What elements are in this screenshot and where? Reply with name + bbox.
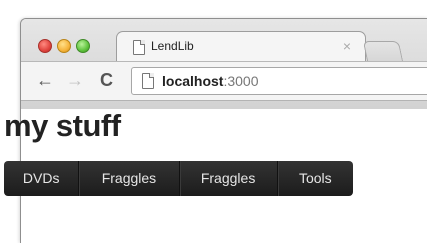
reload-icon[interactable]: C — [100, 70, 113, 90]
browser-chrome: LendLib × ← → C localhost:3000 — [21, 19, 427, 109]
close-window-button[interactable] — [38, 39, 52, 53]
zoom-window-button[interactable] — [76, 39, 90, 53]
nav-item-fraggles-2[interactable]: Fraggles — [180, 161, 278, 196]
address-host: localhost — [162, 73, 224, 89]
address-port: :3000 — [223, 73, 259, 89]
address-url: localhost:3000 — [162, 73, 259, 89]
browser-tab[interactable]: LendLib × — [116, 31, 366, 62]
nav-item-dvds[interactable]: DVDs — [4, 161, 80, 196]
new-tab-button[interactable] — [362, 41, 404, 62]
page-title: my stuff — [4, 108, 121, 143]
page-icon — [133, 40, 145, 55]
nav-item-fraggles[interactable]: Fraggles — [79, 161, 180, 196]
forward-arrow-icon[interactable]: → — [66, 70, 84, 90]
minimize-window-button[interactable] — [57, 39, 71, 53]
nav-item-tools[interactable]: Tools — [278, 161, 353, 196]
page-icon — [142, 73, 154, 89]
back-arrow-icon[interactable]: ← — [36, 70, 54, 90]
browser-toolbar: ← → C localhost:3000 — [21, 61, 427, 101]
tab-title: LendLib — [151, 39, 194, 53]
close-icon[interactable]: × — [343, 38, 351, 54]
main-navbar: DVDs Fraggles Fraggles Tools — [4, 161, 353, 196]
address-bar[interactable]: localhost:3000 — [131, 67, 427, 95]
